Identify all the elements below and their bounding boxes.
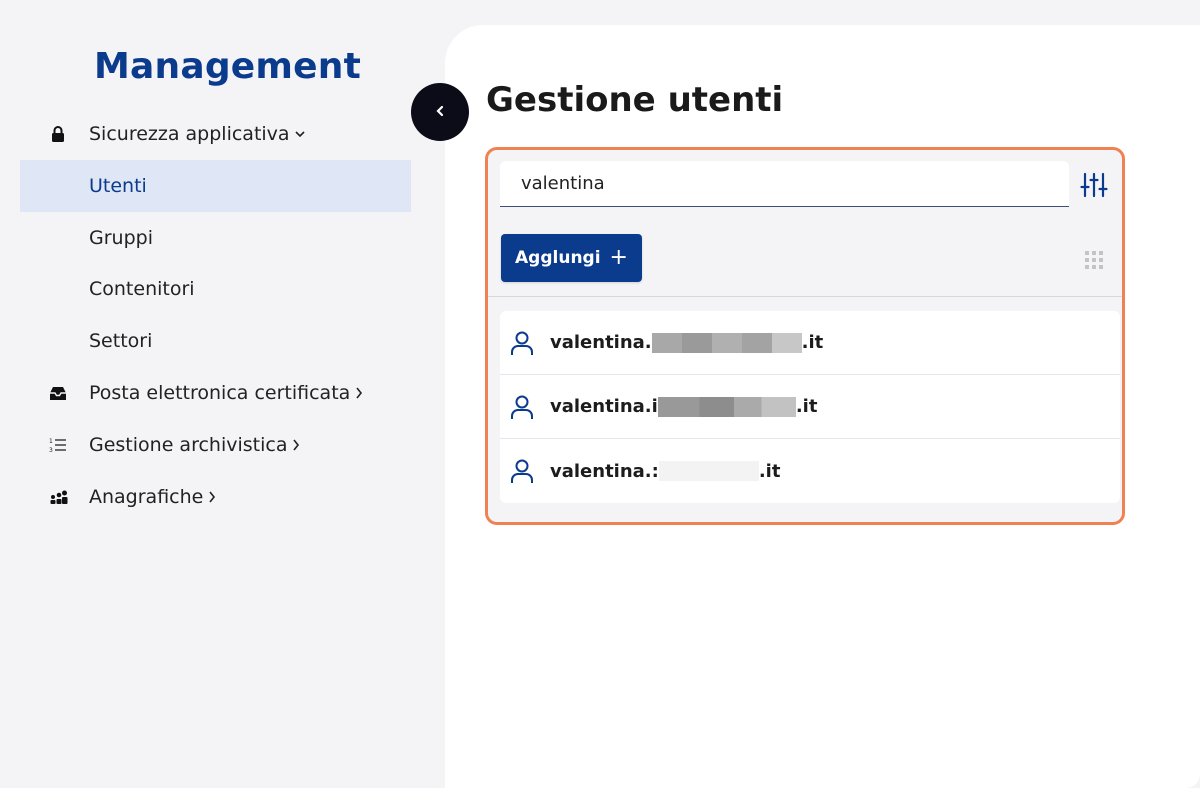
add-user-button[interactable]: Agglungi + bbox=[501, 234, 642, 282]
user-icon bbox=[510, 394, 534, 420]
sidebar-item-label: Contenitori bbox=[89, 278, 195, 300]
sidebar: Management Sicurezza applicativa Utenti … bbox=[0, 0, 445, 788]
sidebar-item-label: Posta elettronica certificata bbox=[89, 382, 351, 404]
user-row[interactable]: valentina. .it bbox=[500, 311, 1120, 375]
sidebar-item-gruppi[interactable]: Gruppi bbox=[20, 212, 411, 264]
divider bbox=[488, 296, 1122, 297]
chevron-down-icon bbox=[294, 129, 306, 139]
filter-sliders-icon[interactable] bbox=[1078, 170, 1110, 200]
grid-view-icon[interactable] bbox=[1083, 249, 1105, 271]
email-suffix: .it bbox=[801, 332, 824, 353]
list-icon: 13 bbox=[48, 435, 68, 455]
user-email: valentina.i .it bbox=[550, 396, 817, 417]
page-title: Gestione utenti bbox=[486, 80, 784, 120]
sidebar-item-label: Gruppi bbox=[89, 227, 153, 249]
user-row[interactable]: valentina.: .it bbox=[500, 439, 1120, 503]
email-suffix: .it bbox=[795, 396, 818, 417]
app-window: Management Sicurezza applicativa Utenti … bbox=[0, 0, 1200, 788]
email-prefix: valentina.: bbox=[550, 460, 659, 482]
svg-text:1: 1 bbox=[49, 438, 53, 445]
redacted-text bbox=[658, 461, 759, 481]
brand-title: Management bbox=[94, 46, 361, 87]
user-row[interactable]: valentina.i .it bbox=[500, 375, 1120, 439]
sidebar-item-label: Gestione archivistica bbox=[89, 434, 288, 456]
sidebar-item-sicurezza-applicativa[interactable]: Sicurezza applicativa bbox=[20, 108, 411, 160]
sidebar-item-label: Settori bbox=[89, 330, 153, 352]
user-icon bbox=[510, 330, 534, 356]
lock-icon bbox=[48, 124, 68, 144]
sidebar-item-contenitori[interactable]: Contenitori bbox=[20, 263, 411, 315]
user-icon bbox=[510, 458, 534, 484]
chevron-right-icon bbox=[291, 438, 301, 452]
chevron-left-icon bbox=[434, 103, 446, 122]
user-results-list: valentina. .it valentina.i .it valentina… bbox=[500, 311, 1120, 503]
people-icon bbox=[48, 487, 68, 507]
email-prefix: valentina. bbox=[550, 332, 652, 353]
sidebar-item-posta-elettronica-certificata[interactable]: Posta elettronica certificata bbox=[20, 367, 411, 419]
search-field[interactable] bbox=[500, 161, 1069, 207]
svg-text:3: 3 bbox=[49, 447, 53, 453]
chevron-right-icon bbox=[354, 386, 364, 400]
search-input[interactable] bbox=[521, 173, 1069, 194]
collapse-sidebar-button[interactable] bbox=[411, 83, 469, 141]
sidebar-item-label: Sicurezza applicativa bbox=[89, 123, 290, 145]
chevron-right-icon bbox=[207, 490, 217, 504]
email-prefix: valentina.i bbox=[550, 396, 658, 417]
redacted-text bbox=[657, 396, 796, 417]
user-email: valentina. .it bbox=[550, 332, 823, 353]
sidebar-item-label: Utenti bbox=[89, 175, 147, 197]
sidebar-item-anagrafiche[interactable]: Anagrafiche bbox=[20, 471, 411, 523]
sidebar-item-settori[interactable]: Settori bbox=[20, 315, 411, 367]
email-suffix: .it bbox=[758, 460, 781, 482]
sidebar-item-utenti[interactable]: Utenti bbox=[20, 160, 411, 212]
sidebar-item-gestione-archivistica[interactable]: 13 Gestione archivistica bbox=[20, 419, 411, 471]
add-button-label: Agglungi bbox=[515, 248, 601, 268]
inbox-icon bbox=[48, 383, 68, 403]
user-email: valentina.: .it bbox=[550, 461, 780, 482]
redacted-text bbox=[651, 332, 802, 353]
plus-icon: + bbox=[609, 245, 628, 270]
sidebar-item-label: Anagrafiche bbox=[89, 486, 204, 508]
